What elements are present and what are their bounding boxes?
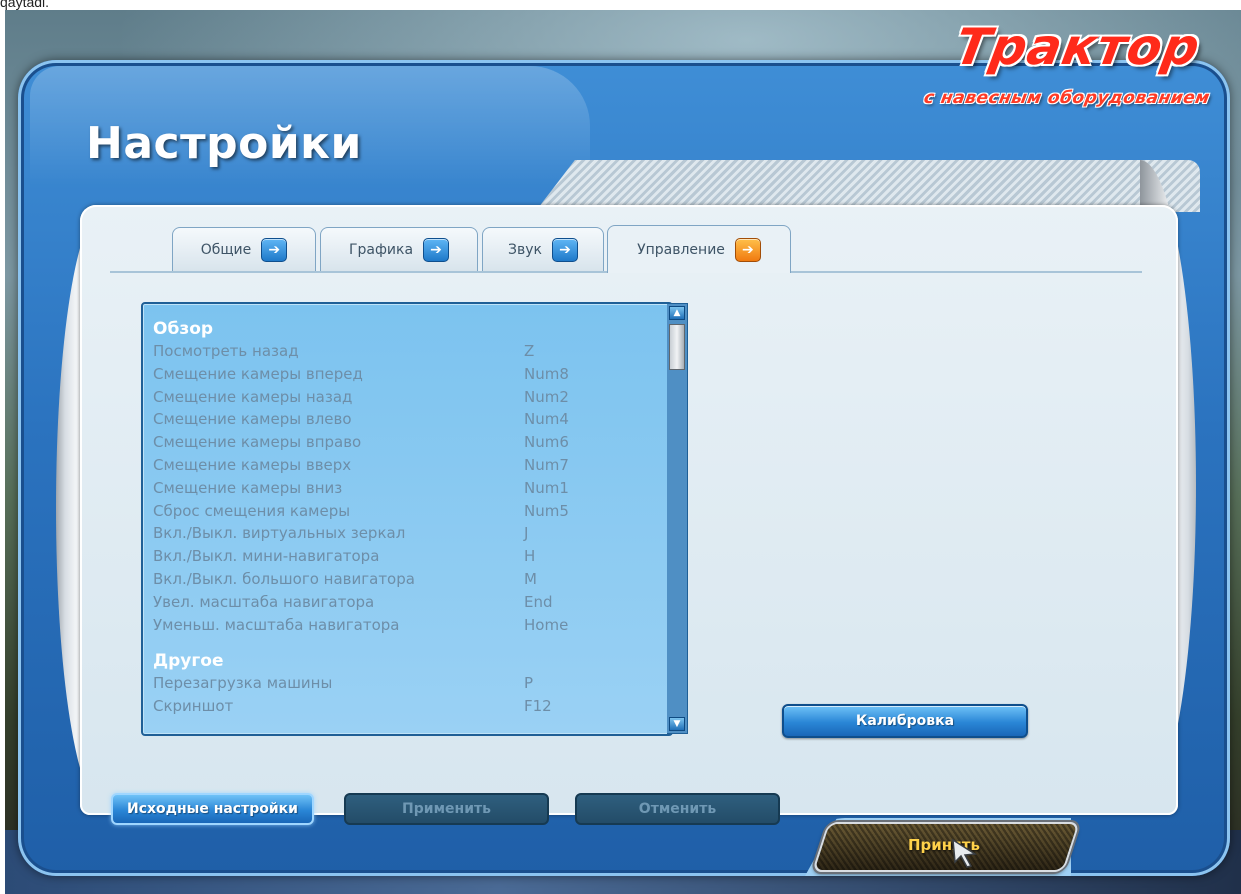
list-item[interactable]: Смещение камеры вправо Num6 [153,431,661,454]
arrow-right-icon[interactable]: ➔ [261,237,288,262]
list-scrollbar[interactable]: ▲ ▼ [667,303,688,734]
top-strip [0,0,1241,10]
scrollbar-thumb[interactable] [669,324,685,370]
list-item[interactable]: Увел. масштаба навигатора End [153,591,661,614]
list-item[interactable]: Скриншот F12 [153,695,661,718]
key-binding[interactable]: Num2 [524,386,661,409]
action-label: Вкл./Выкл. виртуальных зеркал [153,524,406,543]
tab-controls[interactable]: Управление ➔ [607,225,791,273]
mouse-cursor-icon [952,838,977,868]
list-item[interactable]: Смещение камеры влево Num4 [153,408,661,431]
scroll-down-arrow-icon[interactable]: ▼ [669,717,685,731]
cancel-button[interactable]: Отменить [575,793,780,825]
tab-sound[interactable]: Звук ➔ [482,227,604,271]
key-binding[interactable]: P [524,672,661,695]
arrow-right-icon[interactable]: ➔ [551,237,578,262]
tab-label: Графика [348,241,414,258]
logo-subtitle: с навесным оборудованием [922,88,1212,108]
key-binding[interactable]: Num6 [524,431,661,454]
list-item[interactable]: Вкл./Выкл. мини-навигатора H [153,545,661,568]
list-item[interactable]: Перезагрузка машины P [153,672,661,695]
game-logo: Трактор с навесным оборудованием [820,18,1220,118]
apply-button[interactable]: Применить [344,793,549,825]
tab-label: Звук [508,241,542,258]
key-binding[interactable]: Num8 [524,363,661,386]
section-title-view: Обзор [153,319,214,339]
logo-title: Трактор [951,18,1206,76]
key-binding[interactable]: Num5 [524,500,661,523]
page-title: Настройки [86,118,362,169]
tab-general[interactable]: Общие ➔ [172,227,316,271]
key-binding[interactable]: Home [524,614,661,637]
action-label: Уменьш. масштаба навигатора [153,615,400,634]
list-item[interactable]: Уменьш. масштаба навигатора Home [153,614,661,637]
action-label: Смещение камеры вниз [153,478,343,497]
action-label: Смещение камеры вверх [153,455,352,474]
key-binding[interactable]: Num7 [524,454,661,477]
arrow-right-icon[interactable]: ➔ [423,237,450,262]
accept-button-label[interactable]: Принять [820,822,1068,868]
action-label: Смещение камеры назад [153,387,353,406]
list-item[interactable]: Посмотреть назад Z [153,340,661,363]
key-binding[interactable]: H [524,545,661,568]
tab-graphics[interactable]: Графика ➔ [320,227,478,271]
list-item[interactable]: Смещение камеры назад Num2 [153,386,661,409]
arrow-right-icon[interactable]: ➔ [734,237,761,262]
key-binding[interactable]: Num1 [524,477,661,500]
controls-list[interactable]: Обзор Посмотреть назад Z Смещение камеры … [141,302,673,736]
calibration-button[interactable]: Калибровка [782,704,1028,738]
action-label: Посмотреть назад [153,342,299,360]
action-label: Смещение камеры влево [153,410,352,429]
list-item[interactable]: Смещение камеры вниз Num1 [153,477,661,500]
list-item[interactable]: Смещение камеры вперед Num8 [153,363,661,386]
action-label: Смещение камеры вправо [153,433,362,452]
action-label: Смещение камеры вперед [153,364,363,383]
key-binding[interactable]: Z [524,340,661,363]
section-title-other: Другое [153,651,224,672]
list-item[interactable]: Вкл./Выкл. виртуальных зеркал J [153,522,661,545]
action-label: Увел. масштаба навигатора [153,592,375,611]
list-item[interactable]: Сброс смещения камеры Num5 [153,500,661,523]
action-label: Сброс смещения камеры [153,501,351,520]
action-label: Вкл./Выкл. большого навигатора [153,569,415,588]
action-label: Скриншот [153,697,234,716]
key-binding[interactable]: J [524,522,661,545]
key-binding[interactable]: M [524,568,661,591]
key-binding[interactable]: F12 [524,695,661,718]
action-label: Вкл./Выкл. мини-навигатора [153,547,380,566]
action-label: Перезагрузка машины [153,674,333,693]
list-item[interactable]: Смещение камеры вверх Num7 [153,454,661,477]
scroll-up-arrow-icon[interactable]: ▲ [669,306,685,320]
list-item[interactable]: Вкл./Выкл. большого навигатора M [153,568,661,591]
key-binding[interactable]: Num4 [524,408,661,431]
tab-label: Общие [200,241,252,258]
defaults-button[interactable]: Исходные настройки [111,793,314,825]
page-corner-text: qaytadi. [0,0,50,10]
tab-label: Управление [637,241,725,258]
key-binding[interactable]: End [524,591,661,614]
